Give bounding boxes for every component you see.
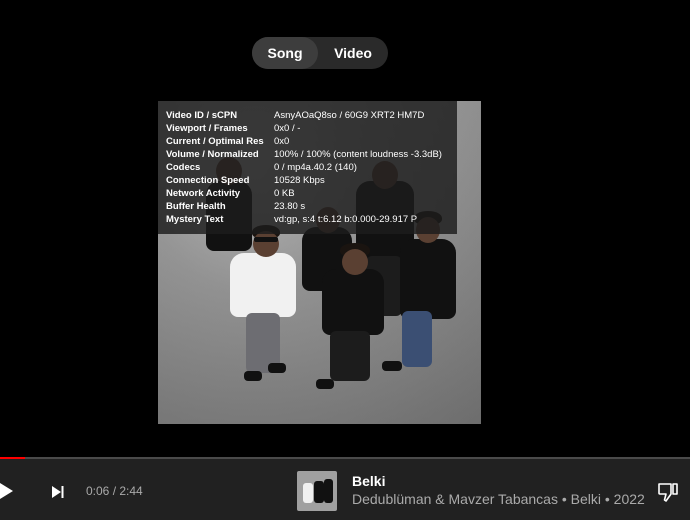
stat-row: Viewport / Frames 0x0 / - bbox=[166, 122, 457, 135]
stat-label: Viewport / Frames bbox=[166, 123, 248, 134]
stat-label: Network Activity bbox=[166, 188, 241, 199]
mode-toggle: Song Video bbox=[252, 37, 388, 69]
stats-for-nerds-panel: Video ID / sCPN AsnyAOaQ8so / 60G9 XRT2 H… bbox=[158, 101, 457, 234]
skip-next-icon[interactable] bbox=[51, 485, 65, 499]
band-member-right-jeans bbox=[382, 211, 464, 381]
stat-label: Volume / Normalized bbox=[166, 149, 259, 160]
progress-bar[interactable] bbox=[0, 457, 690, 459]
track-title[interactable]: Belki bbox=[352, 473, 385, 489]
track-meta[interactable]: Dedublüman & Mavzer Tabancas • Belki • 2… bbox=[352, 491, 645, 507]
stat-row: Volume / Normalized 100% / 100% (content … bbox=[166, 148, 457, 161]
play-icon[interactable] bbox=[0, 483, 13, 499]
stat-row: Current / Optimal Res 0x0 bbox=[166, 135, 457, 148]
stat-row: Connection Speed 10528 Kbps bbox=[166, 174, 457, 187]
stat-value: 0 / mp4a.40.2 (140) bbox=[274, 162, 357, 173]
song-tab[interactable]: Song bbox=[252, 37, 318, 69]
player-bar: 0:06 / 2:44 Belki Dedublüman & Mavzer Ta… bbox=[0, 457, 690, 520]
thumbs-down-icon[interactable] bbox=[656, 480, 680, 504]
stat-row: Mystery Text vd:gp, s:4 t:6.12 b:0.000-29… bbox=[166, 213, 457, 226]
track-thumbnail[interactable] bbox=[297, 471, 337, 511]
progress-fill bbox=[0, 457, 26, 459]
stat-label: Current / Optimal Res bbox=[166, 136, 264, 147]
stat-value: 0x0 bbox=[274, 136, 290, 147]
stat-value: 0 KB bbox=[274, 188, 295, 199]
stat-row: Codecs 0 / mp4a.40.2 (140) bbox=[166, 161, 457, 174]
stat-label: Mystery Text bbox=[166, 214, 224, 225]
stat-value: 10528 Kbps bbox=[274, 175, 325, 186]
time-display: 0:06 / 2:44 bbox=[86, 484, 143, 498]
video-tab[interactable]: Video bbox=[318, 37, 388, 69]
stat-value: 0x0 / - bbox=[274, 123, 301, 134]
stat-value: 100% / 100% (content loudness -3.3dB) bbox=[274, 149, 442, 160]
stat-label: Video ID / sCPN bbox=[166, 110, 238, 121]
stat-row: Video ID / sCPN AsnyAOaQ8so / 60G9 XRT2 H… bbox=[166, 109, 457, 122]
stat-value: vd:gp, s:4 t:6.12 b:0.000-29.917 P bbox=[274, 214, 418, 225]
stat-value: AsnyAOaQ8so / 60G9 XRT2 HM7D bbox=[274, 110, 425, 121]
stat-row: Buffer Health 23.80 s bbox=[166, 200, 457, 213]
stat-label: Connection Speed bbox=[166, 175, 250, 186]
stat-row: Network Activity 0 KB bbox=[166, 187, 457, 200]
stat-label: Buffer Health bbox=[166, 201, 226, 212]
stat-label: Codecs bbox=[166, 162, 201, 173]
stat-value: 23.80 s bbox=[274, 201, 306, 212]
band-member-white-shirt bbox=[226, 223, 306, 393]
